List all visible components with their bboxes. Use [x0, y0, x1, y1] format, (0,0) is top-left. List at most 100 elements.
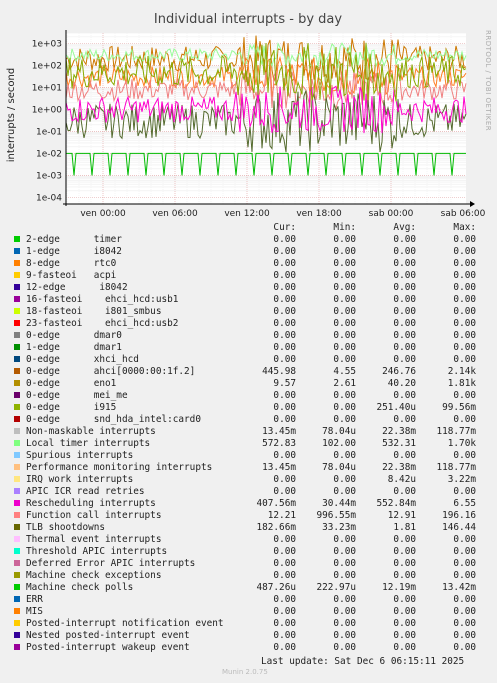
legend-cur: 445.98: [262, 366, 296, 377]
legend-max: 0.00: [453, 570, 476, 581]
legend-max: 0.00: [453, 642, 476, 653]
munin-version: Munin 2.0.75: [222, 668, 268, 676]
legend-label: 1-edge i8042: [26, 246, 122, 257]
legend-min: 30.44m: [322, 498, 356, 509]
legend-label: Posted-interrupt notification event: [26, 618, 224, 629]
legend-swatch: [14, 332, 20, 338]
legend-avg: 0.00: [393, 534, 416, 545]
legend-min: 0.00: [333, 246, 356, 257]
legend-max: 0.00: [453, 534, 476, 545]
legend-cur: 0.00: [273, 450, 296, 461]
legend-row: Non-maskable interrupts 13.45m 78.04u 22.38…: [0, 426, 497, 438]
legend-cur: 0.00: [273, 606, 296, 617]
legend-row: 1-edge dmar1 0.00 0.00 0.00 0.00: [0, 342, 497, 354]
legend-min: 0.00: [333, 342, 356, 353]
legend-avg: 0.00: [393, 594, 416, 605]
legend-max: 0.00: [453, 486, 476, 497]
legend-row: Local timer interrupts 572.83 102.00 532.31…: [0, 438, 497, 450]
legend-label: 0-edge i915: [26, 402, 117, 413]
x-tick-label: ven 06:00: [152, 209, 198, 219]
legend-avg: 40.20: [387, 378, 416, 389]
legend-row: 0-edge dmar0 0.00 0.00 0.00 0.00: [0, 330, 497, 342]
legend-min: 0.00: [333, 546, 356, 557]
legend-label: Deferred Error APIC interrupts: [26, 558, 196, 569]
legend-cur: 182.66m: [256, 522, 296, 533]
legend-avg: 8.42u: [387, 474, 416, 485]
legend-min: 78.04u: [322, 462, 356, 473]
legend-label: MIS: [26, 606, 43, 617]
legend-avg: 0.00: [393, 342, 416, 353]
legend-avg: 0.00: [393, 354, 416, 365]
legend-cur: 0.00: [273, 354, 296, 365]
legend-swatch: [14, 356, 20, 362]
legend-max: 118.77m: [436, 462, 476, 473]
legend-avg: 0.00: [393, 606, 416, 617]
chart: Individual interrupts - by day interrupt…: [6, 12, 492, 219]
legend-label: 0-edge snd_hda_intel:card0: [26, 414, 201, 425]
col-avg: Avg:: [393, 222, 416, 233]
legend-label: APIC ICR read retries: [26, 486, 145, 497]
legend-max: 0.00: [453, 330, 476, 341]
legend-avg: 22.38m: [382, 426, 416, 437]
legend-max: 0.00: [453, 318, 476, 329]
legend-swatch: [14, 620, 20, 626]
legend-label: Non-maskable interrupts: [26, 426, 156, 437]
legend-max: 0.00: [453, 234, 476, 245]
legend-swatch: [14, 392, 20, 398]
y-axis-label: interrupts / second: [6, 68, 17, 162]
legend-cur: 0.00: [273, 282, 296, 293]
legend-min: 0.00: [333, 630, 356, 641]
legend-label: Machine check exceptions: [26, 570, 162, 581]
legend-row: Posted-interrupt wakeup event 0.00 0.00 0.0…: [0, 642, 497, 654]
legend-min: 0.00: [333, 414, 356, 425]
legend-label: TLB shootdowns: [26, 522, 106, 533]
legend-row: Performance monitoring interrupts 13.45m 7…: [0, 462, 497, 474]
legend-min: 996.55m: [316, 510, 356, 521]
legend-avg: 0.00: [393, 258, 416, 269]
legend-swatch: [14, 536, 20, 542]
legend-min: 0.00: [333, 594, 356, 605]
legend-row: Threshold APIC interrupts 0.00 0.00 0.00 0.0…: [0, 546, 497, 558]
legend-label: Function call interrupts: [26, 510, 162, 521]
legend-label: Nested posted-interrupt event: [26, 630, 190, 641]
legend-max: 1.81k: [447, 378, 476, 389]
legend-cur: 0.00: [273, 570, 296, 581]
legend-swatch: [14, 260, 20, 266]
legend-row: Machine check polls 487.26u 222.97u 12.19m 1…: [0, 582, 497, 594]
legend-max: 0.00: [453, 282, 476, 293]
chart-title: Individual interrupts - by day: [154, 12, 342, 27]
legend-swatch: [14, 596, 20, 602]
y-tick-label: 1e+03: [32, 39, 62, 49]
legend-swatch: [14, 476, 20, 482]
legend-row: 0-edge xhci_hcd 0.00 0.00 0.00 0.00: [0, 354, 497, 366]
legend-cur: 0.00: [273, 318, 296, 329]
legend-min: 0.00: [333, 474, 356, 485]
legend-avg: 0.00: [393, 618, 416, 629]
legend-avg: 246.76: [382, 366, 416, 377]
legend-label: 2-edge timer: [26, 234, 122, 245]
legend-avg: 0.00: [393, 270, 416, 281]
legend-cur: 572.83: [262, 438, 296, 449]
x-axis-arrow: [470, 201, 475, 207]
legend-row: TLB shootdowns 182.66m 33.23m 1.81 146.44: [0, 522, 497, 534]
legend-swatch: [14, 644, 20, 650]
x-tick-label: ven 18:00: [296, 209, 342, 219]
legend-swatch: [14, 404, 20, 410]
legend-row: 2-edge timer 0.00 0.00 0.00 0.00: [0, 234, 497, 246]
legend-swatch: [14, 320, 20, 326]
x-ticks: ven 00:00 ven 06:00 ven 12:00 ven 18:00 sab …: [80, 209, 485, 219]
legend-label: Threshold APIC interrupts: [26, 546, 168, 557]
legend-row: Thermal event interrupts 0.00 0.00 0.00 0.00: [0, 534, 497, 546]
legend-label: Thermal event interrupts: [26, 534, 162, 545]
legend-swatch: [14, 572, 20, 578]
legend-avg: 0.00: [393, 546, 416, 557]
legend-label: 23-fasteoi ehci_hcd:usb2: [26, 318, 179, 329]
legend-row: Rescheduling interrupts 407.56m 30.44m 552.…: [0, 498, 497, 510]
legend-swatch: [14, 428, 20, 434]
legend-label: 8-edge rtc0: [26, 258, 117, 269]
legend-max: 0.00: [453, 294, 476, 305]
legend-avg: 552.84m: [376, 498, 416, 509]
legend-min: 0.00: [333, 390, 356, 401]
legend-swatch: [14, 380, 20, 386]
legend-min: 0.00: [333, 402, 356, 413]
